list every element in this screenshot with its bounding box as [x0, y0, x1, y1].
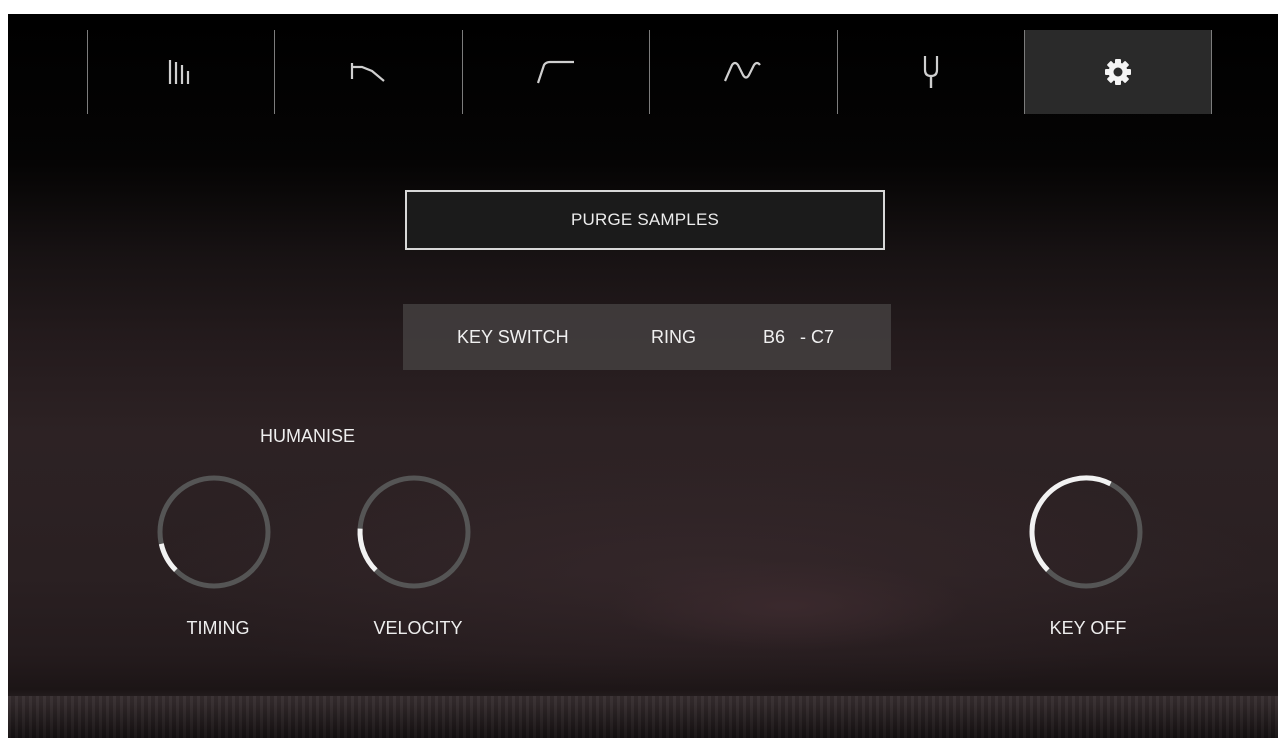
purge-samples-button[interactable]: PURGE SAMPLES	[405, 190, 885, 250]
tab-lowpass-filter[interactable]	[275, 30, 461, 114]
tab-settings[interactable]	[1025, 30, 1211, 114]
key-off-knob[interactable]	[1028, 474, 1144, 590]
key-switch-mode[interactable]: RING	[651, 327, 696, 348]
lowpass-filter-icon	[350, 63, 385, 82]
velocity-label: VELOCITY	[373, 618, 463, 638]
key-off-label: KEY OFF	[1049, 618, 1127, 638]
timing-knob[interactable]	[156, 474, 272, 590]
tab-divider	[1211, 30, 1212, 114]
timing-label: TIMING	[186, 618, 250, 638]
tab-tuning[interactable]	[838, 30, 1024, 114]
lfo-wave-icon	[723, 61, 761, 82]
key-switch-range[interactable]: B6 - C7	[763, 327, 834, 348]
tuning-fork-icon	[923, 56, 939, 88]
tab-bar	[8, 30, 1278, 114]
tab-highpass-filter[interactable]	[463, 30, 649, 114]
tab-mixer[interactable]	[88, 30, 274, 114]
gear-icon	[1105, 59, 1131, 85]
key-switch-panel: KEY SWITCH RING B6 - C7	[403, 304, 891, 370]
instrument-panel: PURGE SAMPLES KEY SWITCH RING B6 - C7 HU…	[8, 14, 1278, 738]
mixer-bars-icon	[168, 60, 190, 84]
velocity-knob[interactable]	[356, 474, 472, 590]
background-landscape	[8, 696, 1278, 738]
humanise-title: HUMANISE	[260, 426, 356, 446]
highpass-filter-icon	[536, 60, 574, 84]
tab-lfo[interactable]	[650, 30, 836, 114]
key-switch-label: KEY SWITCH	[457, 327, 569, 347]
